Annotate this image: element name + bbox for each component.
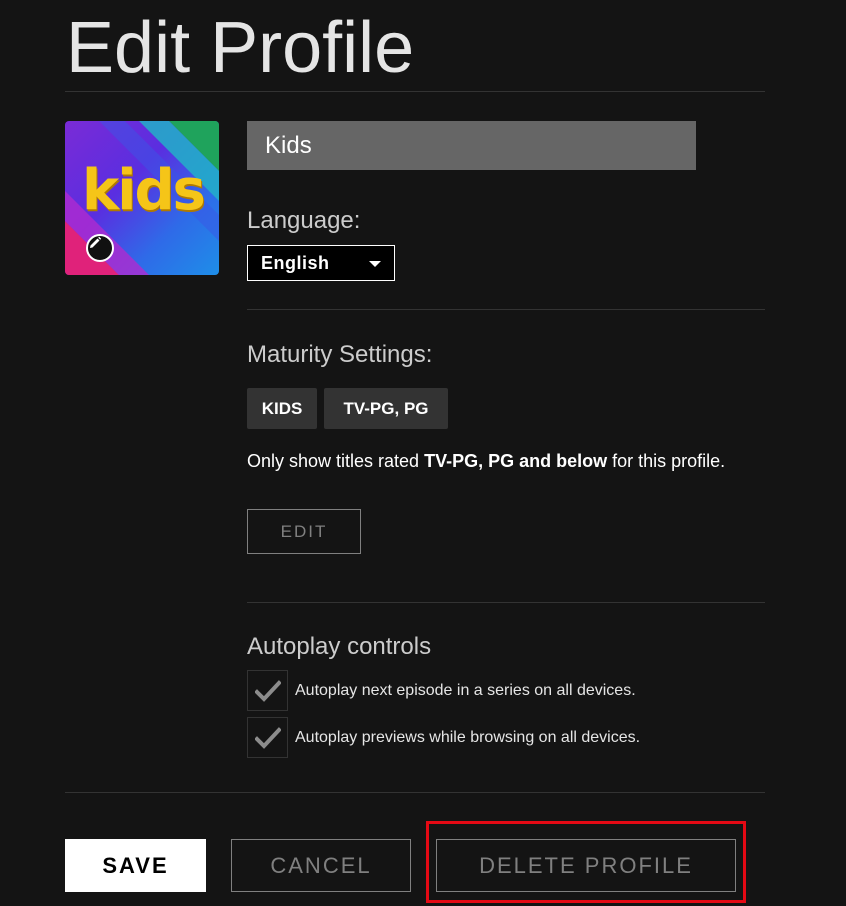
edit-profile-page: Edit Profile kids Language: English Matu… [0, 0, 846, 906]
profile-name-input[interactable] [247, 121, 696, 170]
divider-top [65, 91, 765, 92]
delete-profile-button[interactable]: DELETE PROFILE [436, 839, 736, 892]
divider-bottom [65, 792, 765, 793]
maturity-pill-kids: KIDS [247, 388, 317, 429]
avatar-kids-logo: kids [82, 158, 206, 223]
cancel-button[interactable]: CANCEL [231, 839, 411, 892]
maturity-description: Only show titles rated TV-PG, PG and bel… [247, 451, 726, 471]
autoplay-previews-row[interactable]: Autoplay previews while browsing on all … [247, 717, 640, 758]
language-selected-value: English [261, 252, 330, 273]
autoplay-label: Autoplay controls [247, 633, 432, 660]
pencil-icon[interactable] [86, 234, 114, 262]
autoplay-next-episode-label: Autoplay next episode in a series on all… [295, 681, 636, 699]
page-title: Edit Profile [66, 8, 415, 88]
checkmark-icon [254, 726, 281, 749]
autoplay-next-episode-row[interactable]: Autoplay next episode in a series on all… [247, 670, 636, 711]
maturity-pill-rating: TV-PG, PG [324, 388, 448, 429]
caret-down-icon [369, 261, 381, 267]
autoplay-next-episode-checkbox[interactable] [247, 670, 288, 711]
autoplay-previews-label: Autoplay previews while browsing on all … [295, 728, 641, 746]
language-label: Language: [247, 207, 361, 234]
language-dropdown[interactable]: English [247, 245, 395, 281]
edit-maturity-button[interactable]: EDIT [247, 509, 361, 554]
divider-maturity [247, 602, 765, 603]
save-button[interactable]: SAVE [65, 839, 206, 892]
divider-language [247, 309, 765, 310]
profile-avatar[interactable]: kids [65, 121, 219, 275]
autoplay-previews-checkbox[interactable] [247, 717, 288, 758]
checkmark-icon [254, 679, 281, 702]
maturity-label: Maturity Settings: [247, 341, 433, 368]
